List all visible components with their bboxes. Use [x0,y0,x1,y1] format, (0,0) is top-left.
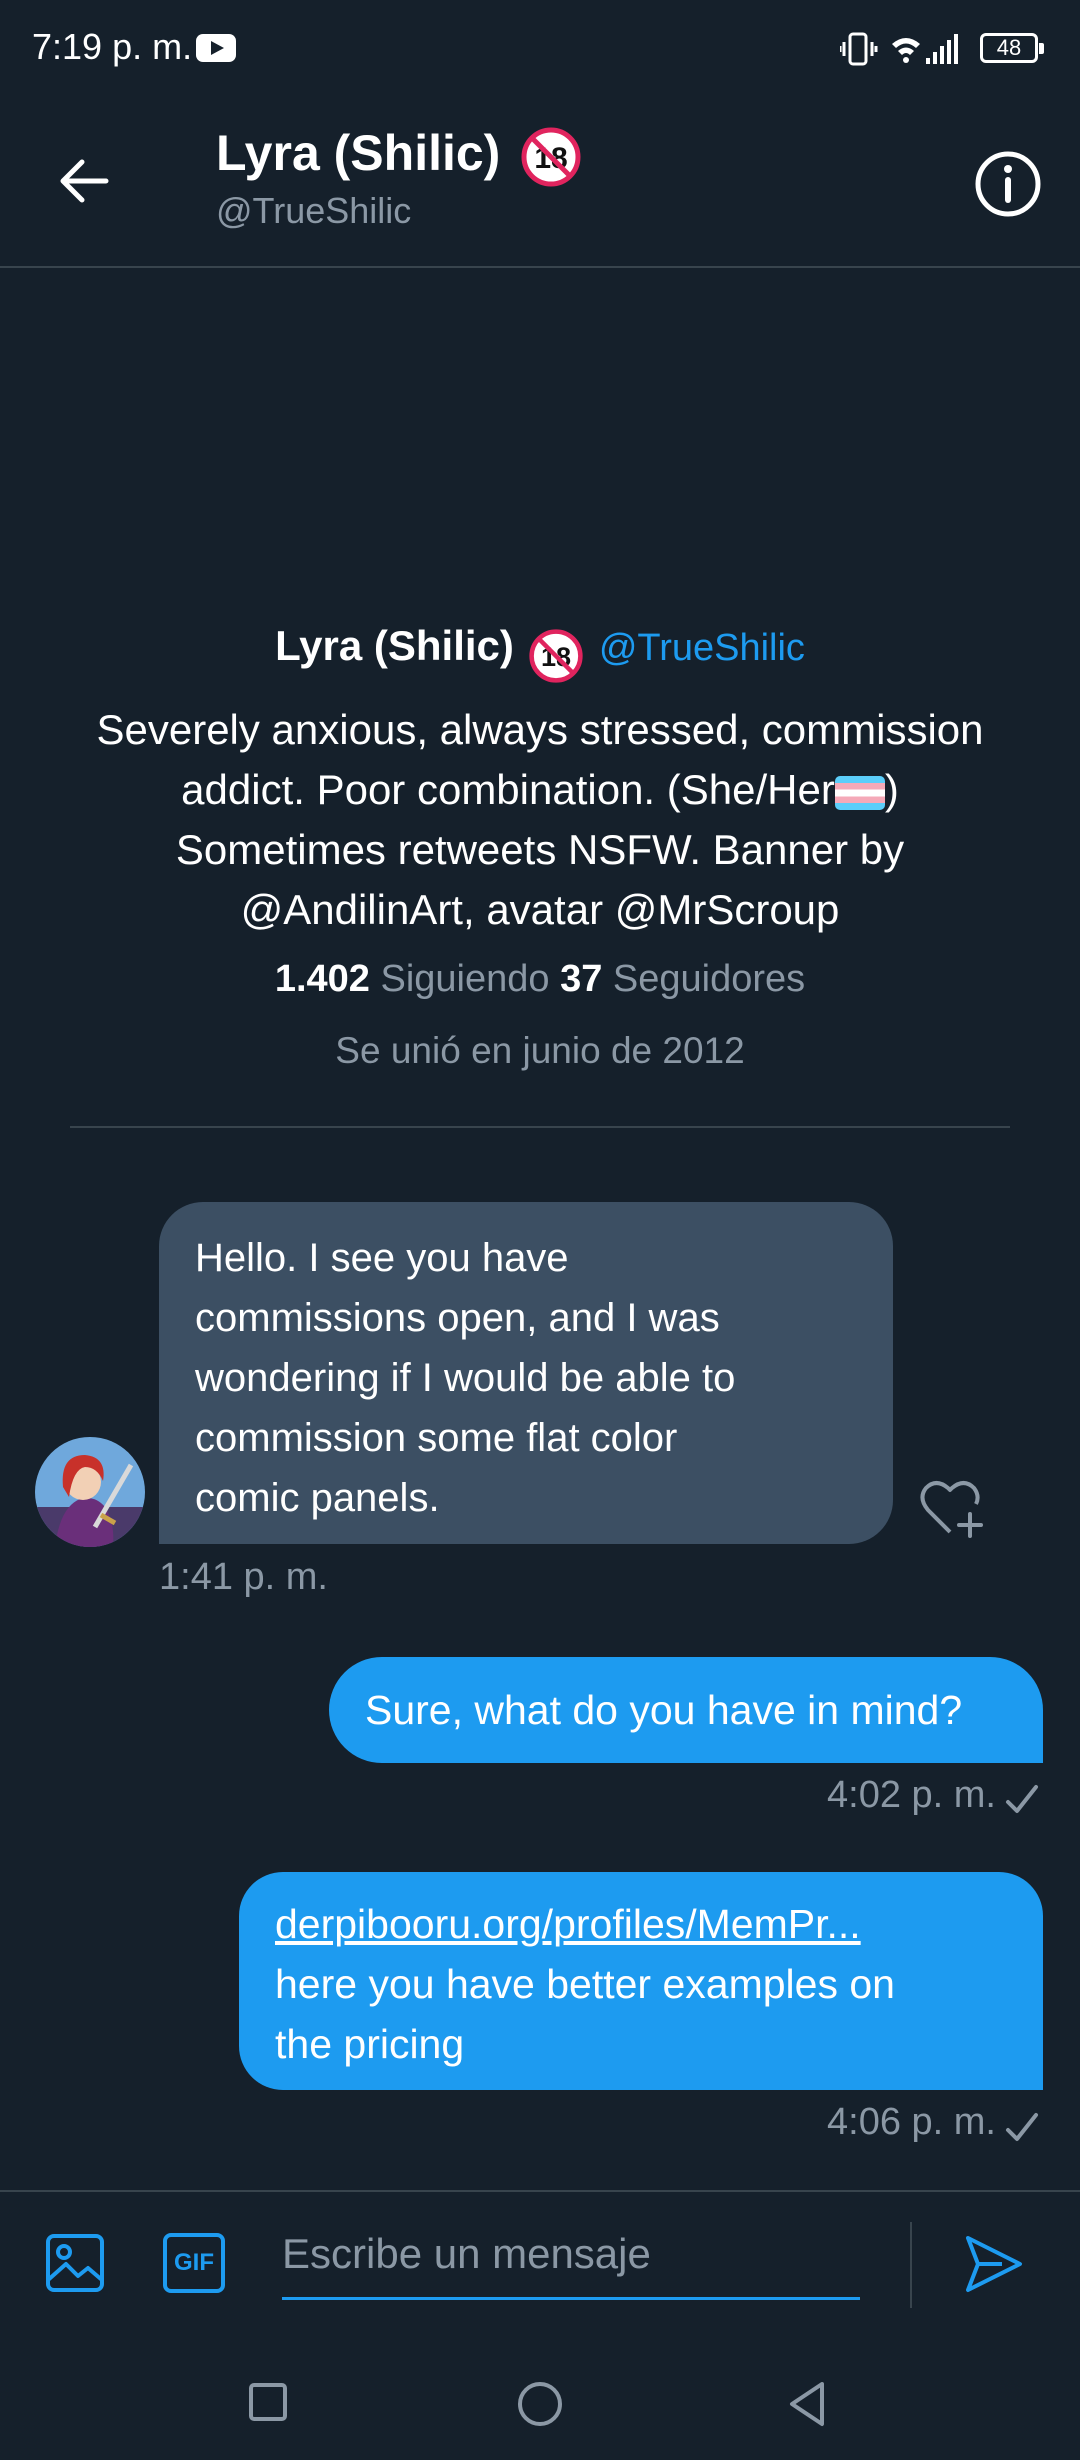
message-line: comic panels. [195,1476,440,1520]
no-under-18-icon: 18 [529,629,584,683]
send-icon[interactable] [962,2232,1026,2296]
message-text: Sure, what do you have in mind? [365,1687,963,1733]
back-nav-icon[interactable] [786,2380,828,2428]
bio-line: Severely anxious, always stressed, commi… [96,706,984,753]
message-link[interactable]: derpibooru.org/profiles/MemPr... [275,1894,1007,1954]
status-time: 7:19 p. m. [32,26,193,67]
following-stat[interactable]: 1.402 Siguiendo [275,958,550,1000]
youtube-notification-icon [196,34,236,62]
joined-date: Se unió en junio de 2012 [335,1030,745,1071]
avatar[interactable] [35,1437,145,1547]
header-handle: @TrueShilic [216,190,412,231]
profile-divider [70,1126,1010,1128]
heart-plus-icon[interactable] [918,1476,988,1540]
gif-button[interactable]: GIF [163,2233,225,2293]
image-icon[interactable] [44,2232,106,2294]
conversation-title: Lyra (Shilic) 18 [216,124,582,188]
message-line: commissions open, and I was [195,1296,720,1340]
vibrate-icon [840,32,878,66]
message-line: commission some flat color [195,1416,678,1460]
wifi-icon [892,38,920,63]
trans-flag-icon [834,775,885,810]
header-name: Lyra (Shilic) [216,125,501,181]
message-line: Hello. I see you have [195,1236,569,1280]
message-time: 4:06 p. m. [827,2101,996,2143]
sent-check-icon [1006,2113,1038,2141]
status-icons [840,32,958,66]
bio-line: Sometimes retweets NSFW. Banner by [175,826,905,873]
message-time: 1:41 p. m. [159,1556,328,1598]
profile-bio: Severely anxious, always stressed, commi… [40,700,1040,940]
header-divider [0,266,1080,268]
incoming-message-bubble[interactable]: Hello. I see you have commissions open, … [159,1202,893,1544]
message-line: the pricing [275,2021,465,2067]
composer-divider [0,2190,1080,2192]
arrow-left-icon[interactable] [56,156,112,206]
outgoing-message-bubble[interactable]: Sure, what do you have in mind? [329,1657,1043,1763]
recent-apps-icon[interactable] [248,2382,288,2422]
profile-handle[interactable]: @TrueShilic [599,627,805,669]
message-line: wondering if I would be able to [195,1356,736,1400]
battery-icon: 48 [980,33,1044,63]
sent-check-icon [1006,1785,1038,1813]
outgoing-message-bubble[interactable]: derpibooru.org/profiles/MemPr... here yo… [239,1872,1043,2090]
message-input[interactable]: Escribe un mensaje [282,2224,860,2300]
profile-stats: 1.402 Siguiendo 37 Seguidores [0,958,1080,1001]
followers-stat[interactable]: 37 Seguidores [560,958,805,1000]
signal-icon [926,34,958,64]
no-under-18-icon: 18 [521,127,581,187]
bio-line: @AndilinArt, avatar @MrScroup [240,886,840,933]
profile-name-row[interactable]: Lyra (Shilic) 18 @TrueShilic [0,622,1080,684]
composer-separator [910,2222,912,2308]
message-line: here you have better examples on [275,1961,895,2007]
home-icon[interactable] [516,2380,564,2428]
info-icon[interactable] [974,150,1042,218]
profile-name: Lyra (Shilic) [275,622,514,669]
message-time: 4:02 p. m. [827,1774,996,1816]
avatar-illustration [35,1437,145,1547]
bio-line: addict. Poor combination. (She/Her) [181,766,899,813]
